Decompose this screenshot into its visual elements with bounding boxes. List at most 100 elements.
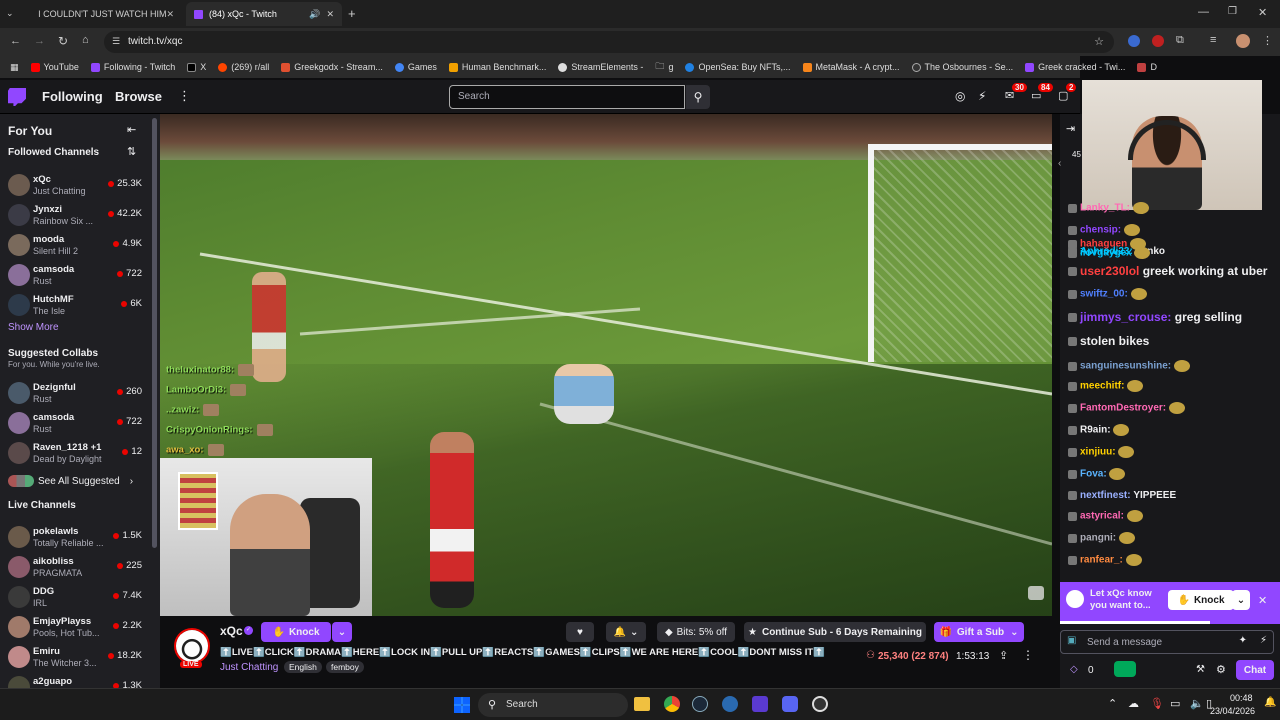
nav-browse[interactable]: Browse	[115, 89, 162, 104]
bookmark-greek-cracked[interactable]: Greek cracked - Twi...	[1019, 62, 1131, 72]
site-info-icon[interactable]: ☰	[112, 36, 120, 47]
bookmark-osbournes[interactable]: The Osbournes - Se...	[906, 62, 1020, 72]
bookmark-humanbenchmark[interactable]: Human Benchmark...	[443, 62, 553, 72]
chat-username[interactable]: jimmys_crouse:	[1080, 310, 1171, 324]
volume-icon[interactable]: 🔈	[1190, 697, 1204, 710]
sidebar-channel-row[interactable]: xQc Just Chatting 25.3K	[0, 170, 152, 200]
chat-knock-button[interactable]: ✋ Knock	[1168, 590, 1234, 610]
tab-search-icon[interactable]: ⌄	[6, 8, 14, 19]
sidebar-channel-row[interactable]: DDG IRL 7.4K	[0, 582, 152, 612]
forward-icon[interactable]: →	[34, 35, 45, 47]
sidebar-channel-row[interactable]: aikobliss PRAGMATA 225	[0, 552, 152, 582]
file-explorer-icon[interactable]	[634, 697, 650, 711]
taskbar-search[interactable]: ⚲ Search	[478, 693, 628, 717]
turbo-icon[interactable]: ⚡	[978, 89, 986, 103]
bookmark-opensea[interactable]: OpenSea: Buy NFTs,...	[679, 62, 796, 72]
tag-femboy[interactable]: femboy	[326, 661, 364, 673]
see-all-suggested[interactable]: See All Suggested ›	[8, 475, 133, 487]
chat-username[interactable]: FantomDestroyer:	[1080, 403, 1166, 414]
bookmark-more[interactable]: D	[1131, 62, 1163, 72]
url-field[interactable]: ☰ twitch.tv/xqc ☆	[104, 31, 1114, 53]
chat-username[interactable]: meechitf:	[1080, 381, 1124, 392]
chat-emote-icon[interactable]: ▣	[1067, 635, 1076, 646]
collapse-sidebar-icon[interactable]: ⇤	[127, 123, 136, 136]
sidebar-channel-row[interactable]: HutchMF The Isle 6K	[0, 290, 152, 320]
bookmark-reddit[interactable]: (269) r/all	[212, 62, 275, 72]
sidebar-channel-row[interactable]: EmjayPlayss Pools, Hot Tub... 2.2K	[0, 612, 152, 642]
chat-username[interactable]: chensip:	[1080, 225, 1121, 236]
close-icon[interactable]: ✕	[326, 9, 334, 20]
apps-icon[interactable]: ▦	[0, 62, 25, 73]
back-icon[interactable]: ←	[10, 35, 21, 47]
chat-username[interactable]: R9ain:	[1080, 425, 1111, 436]
theatre-mode-icon[interactable]	[1028, 586, 1044, 600]
search-input[interactable]: Search	[449, 85, 685, 109]
chat-username[interactable]: swiftz_00:	[1080, 289, 1128, 300]
chat-username[interactable]: Lanky_TL:	[1080, 203, 1130, 214]
nav-following[interactable]: Following	[42, 89, 103, 104]
expand-icon[interactable]: ‹	[1058, 158, 1061, 169]
channel-name[interactable]: xQc	[220, 624, 243, 638]
bookmark-metamask[interactable]: MetaMask - A crypt...	[797, 62, 906, 72]
sidebar-channel-row[interactable]: mooda Silent Hill 2 4.9K	[0, 230, 152, 260]
knock-button[interactable]: ✋ Knock	[261, 622, 331, 642]
search-button[interactable]: ⚲	[686, 85, 710, 109]
discord-icon[interactable]	[782, 696, 798, 712]
prediction-button[interactable]	[1114, 661, 1136, 677]
obs-icon[interactable]	[812, 696, 828, 712]
mic-icon[interactable]: 🎙	[1150, 697, 1164, 710]
video-player[interactable]: theluxinator88: LamboOrDi3: ..zawiz: Crispy…	[160, 114, 1052, 616]
new-tab-icon[interactable]: +	[348, 6, 356, 21]
windows-start-icon[interactable]	[454, 697, 470, 713]
crown-icon[interactable]: ◎	[955, 89, 965, 103]
tag-english[interactable]: English	[284, 661, 322, 673]
chat-username[interactable]: Fova:	[1080, 469, 1107, 480]
reload-icon[interactable]: ↻	[58, 34, 68, 48]
avatar[interactable]	[1236, 34, 1250, 48]
sidebar-channel-row[interactable]: pokelawls Totally Reliable ... 1.5K	[0, 522, 152, 552]
clock-time[interactable]: 00:48	[1230, 693, 1253, 703]
speaker-icon[interactable]: 🔊	[309, 9, 320, 20]
steam-icon[interactable]	[692, 696, 708, 712]
notification-bell-button[interactable]: 🔔 ⌄	[606, 622, 646, 642]
extension-icon[interactable]	[1152, 35, 1164, 47]
chat-input[interactable]: ▣ Send a message ✦ ⚡	[1060, 630, 1274, 654]
sidebar-channel-row[interactable]: Raven_1218 +1 Dead by Daylight 12	[0, 438, 152, 468]
bookmark-games[interactable]: Games	[389, 62, 443, 72]
media-icon[interactable]: ≡	[1210, 34, 1216, 46]
clock-date[interactable]: 23/04/2026	[1210, 706, 1255, 716]
chat-knock-dropdown[interactable]: ⌄	[1232, 590, 1250, 610]
knock-dropdown-button[interactable]: ⌄	[332, 622, 352, 642]
ai-icon[interactable]: ✦	[1239, 635, 1247, 646]
sidebar-channel-row[interactable]: a2guapoJust Chatting1.3K	[0, 672, 152, 688]
window-close-icon[interactable]: ✕	[1258, 6, 1267, 19]
continue-sub-button[interactable]: ★ Continue Sub - 6 Days Remaining	[744, 622, 926, 642]
sidebar-scrollbar[interactable]	[152, 118, 157, 548]
app-icon[interactable]	[722, 696, 738, 712]
bookmark-streamelements[interactable]: StreamElements -	[552, 62, 649, 72]
minimize-icon[interactable]: —	[1198, 6, 1209, 18]
settings-icon[interactable]: ⚙	[1216, 663, 1226, 676]
more-icon[interactable]: ⋮	[178, 88, 191, 104]
maximize-icon[interactable]: ❐	[1228, 6, 1237, 17]
chrome-icon[interactable]	[664, 696, 680, 712]
tab-youtube[interactable]: I COULDN'T JUST WATCH HIM ✕	[24, 2, 182, 26]
cloud-icon[interactable]: ☁	[1128, 697, 1139, 710]
channel-avatar[interactable]	[174, 628, 210, 664]
bookmark-greekgodx[interactable]: Greekgodx - Stream...	[275, 62, 389, 72]
chat-username[interactable]: astyrical:	[1080, 511, 1124, 522]
sidebar-channel-row[interactable]: Dezignful Rust 260	[0, 378, 152, 408]
channel-points-icon[interactable]: ◇	[1070, 664, 1078, 675]
twitch-logo-icon[interactable]	[8, 88, 26, 106]
tab-twitch[interactable]: (84) xQc - Twitch 🔊 ✕	[186, 2, 342, 26]
extension-icon[interactable]	[1128, 35, 1140, 47]
chat-username[interactable]: xinjiuu:	[1080, 447, 1116, 458]
star-icon[interactable]: ☆	[1094, 35, 1104, 48]
gift-sub-button[interactable]: 🎁 Gift a Sub ⌄	[934, 622, 1024, 642]
chat-username[interactable]: pangni:	[1080, 533, 1116, 544]
sort-icon[interactable]: ⇅	[127, 145, 136, 158]
chat-username[interactable]: sanguinesunshine:	[1080, 361, 1171, 372]
menu-icon[interactable]: ⋮	[1262, 34, 1273, 47]
network-icon[interactable]: ▭	[1170, 697, 1180, 710]
share-icon[interactable]: ⇪	[999, 649, 1008, 662]
